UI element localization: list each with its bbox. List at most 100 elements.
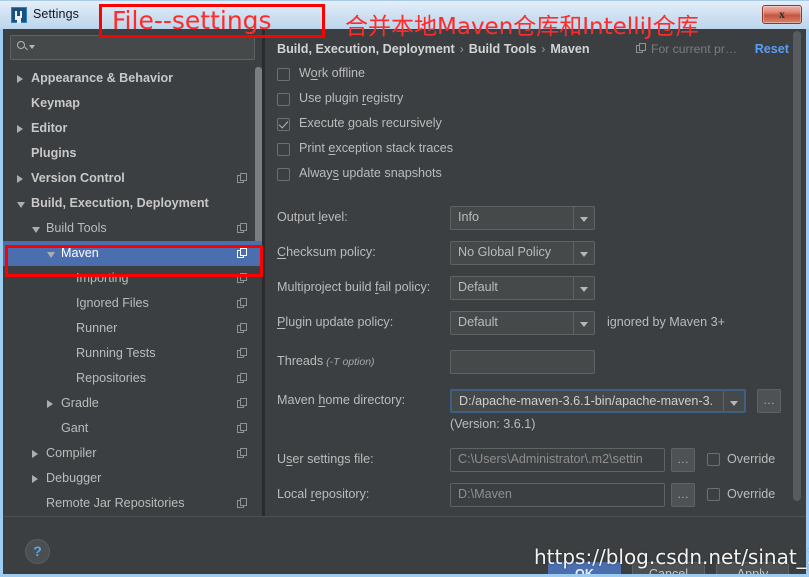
dropdown-arrow-box[interactable] [573, 242, 594, 264]
sidebar-item-label: Debugger [46, 471, 102, 485]
field-label: Multiproject build fail policy: [277, 280, 431, 294]
dropdown-checksum-policy[interactable]: No Global Policy [450, 241, 595, 265]
cancel-button[interactable]: Cancel [632, 562, 705, 574]
close-button[interactable]: x [762, 5, 802, 24]
checkbox-label: Work offline [299, 66, 366, 80]
user-settings-file-override-checkbox[interactable] [707, 453, 720, 466]
maven-home-directory-value: D:/apache-maven-3.6.1-bin/apache-maven-3… [459, 394, 714, 408]
search-field-wrapper [10, 35, 255, 60]
field-label: Checksum policy: [277, 245, 376, 259]
checkbox-use-plugin-registry[interactable] [277, 93, 290, 106]
dropdown-arrow-box[interactable] [573, 207, 594, 229]
ok-button[interactable]: OK [548, 562, 621, 574]
breadcrumb-separator: › [541, 42, 546, 56]
chevron-right-icon[interactable] [32, 450, 38, 458]
checkbox-execute-goals-recursively[interactable] [277, 118, 290, 131]
user-settings-file-override-label: Override [727, 452, 776, 466]
user-settings-file-input[interactable]: C:\Users\Administrator\.m2\settin [450, 448, 665, 472]
project-icon [237, 298, 248, 309]
settings-sidebar: Appearance & Behavior Keymap Editor Plugins… [3, 29, 262, 516]
maven-home-directory-dropdown[interactable]: D:/apache-maven-3.6.1-bin/apache-maven-3… [450, 389, 746, 413]
dialog-body: Appearance & Behavior Keymap Editor Plugins… [3, 29, 806, 574]
breadcrumb-item-build-tools: Build Tools [468, 42, 537, 56]
sidebar-item-label: Importing [76, 271, 129, 285]
sidebar-item-gant[interactable]: Gant [3, 416, 262, 441]
threads-input[interactable] [450, 350, 595, 374]
sidebar-item-label: Build, Execution, Deployment [31, 196, 209, 210]
maven-version-note: (Version: 3.6.1) [450, 417, 536, 431]
maven-settings-form: Work offline Use plugin registry Execute g… [265, 65, 806, 516]
sidebar-item-debugger[interactable]: Debugger [3, 466, 262, 491]
chevron-down-icon[interactable] [29, 45, 35, 49]
sidebar-item-compiler[interactable]: Compiler [3, 441, 262, 466]
dropdown-value: No Global Policy [458, 245, 552, 259]
sidebar-item-build-tools[interactable]: Build Tools [3, 216, 262, 241]
sidebar-item-version-control[interactable]: Version Control [3, 166, 262, 191]
sidebar-item-gradle[interactable]: Gradle [3, 391, 262, 416]
project-icon [237, 398, 248, 409]
checkbox-always-update-snapshots[interactable] [277, 168, 290, 181]
sidebar-item-keymap[interactable]: Keymap [3, 91, 262, 116]
dropdown-output-level[interactable]: Info [450, 206, 595, 230]
sidebar-item-maven[interactable]: Maven [3, 241, 262, 266]
title-bar: Settings x [0, 0, 809, 29]
sidebar-item-appearance-behavior[interactable]: Appearance & Behavior [3, 66, 262, 91]
dropdown-arrow-box[interactable] [573, 312, 594, 334]
chevron-right-icon[interactable] [17, 175, 23, 183]
sidebar-item-plugins[interactable]: Plugins [3, 141, 262, 166]
apply-button[interactable]: Apply [716, 562, 789, 574]
sidebar-item-label: Gant [61, 421, 89, 435]
project-icon [237, 173, 248, 184]
project-icon [237, 273, 248, 284]
sidebar-item-remote-jar-repositories[interactable]: Remote Jar Repositories [3, 491, 262, 516]
project-icon [636, 43, 647, 54]
breadcrumb-item-maven: Maven [550, 42, 590, 56]
chevron-right-icon[interactable] [47, 400, 53, 408]
project-scope-label: For current pr… [651, 42, 738, 56]
sidebar-item-importing[interactable]: Importing [3, 266, 262, 291]
project-icon [237, 323, 248, 334]
threads-label: Threads [277, 354, 324, 368]
checkbox-print-exception-stack-traces[interactable] [277, 143, 290, 156]
chevron-right-icon[interactable] [17, 125, 23, 133]
ellipsis-icon: … [763, 393, 775, 407]
sidebar-item-label: Gradle [61, 396, 99, 410]
ellipsis-icon: … [677, 487, 689, 501]
project-icon [237, 448, 248, 459]
chevron-down-icon[interactable] [32, 227, 40, 233]
local-repository-input[interactable]: D:\Maven [450, 483, 665, 507]
sidebar-item-running-tests[interactable]: Running Tests [3, 341, 262, 366]
chevron-down-icon[interactable] [47, 252, 55, 258]
field-hint: ignored by Maven 3+ [607, 315, 725, 329]
chevron-right-icon[interactable] [17, 75, 23, 83]
checkbox-label: Execute goals recursively [299, 116, 442, 130]
chevron-right-icon[interactable] [32, 475, 38, 483]
detail-scrollbar-thumb[interactable] [793, 31, 801, 501]
project-scope-indicator: For current pr… [636, 42, 737, 56]
field-label: Threads (-T option) [277, 354, 375, 368]
sidebar-item-ignored-files[interactable]: Ignored Files [3, 291, 262, 316]
breadcrumb-separator: › [459, 42, 464, 56]
local-repository-override-checkbox[interactable] [707, 488, 720, 501]
sidebar-item-build-execution-deployment[interactable]: Build, Execution, Deployment [3, 191, 262, 216]
sidebar-item-label: Appearance & Behavior [31, 71, 174, 85]
user-settings-file-browse-button[interactable]: … [671, 448, 695, 472]
help-button[interactable]: ? [25, 539, 50, 564]
window-title: Settings [33, 7, 79, 21]
dropdown-arrow-box[interactable] [573, 277, 594, 299]
sidebar-item-editor[interactable]: Editor [3, 116, 262, 141]
chevron-down-icon[interactable] [17, 202, 25, 208]
sidebar-item-label: Editor [31, 121, 68, 135]
sidebar-item-runner[interactable]: Runner [3, 316, 262, 341]
dropdown-multiproject-build-fail-policy[interactable]: Default [450, 276, 595, 300]
sidebar-item-repositories[interactable]: Repositories [3, 366, 262, 391]
checkbox-work-offline[interactable] [277, 68, 290, 81]
search-input[interactable] [10, 35, 255, 60]
field-label: Output level: [277, 210, 348, 224]
dropdown-plugin-update-policy[interactable]: Default [450, 311, 595, 335]
reset-link[interactable]: Reset [755, 42, 789, 56]
maven-home-browse-button[interactable]: … [757, 389, 781, 413]
local-repository-browse-button[interactable]: … [671, 483, 695, 507]
sidebar-item-label: Plugins [31, 146, 77, 160]
dropdown-arrow-box[interactable] [723, 391, 744, 411]
